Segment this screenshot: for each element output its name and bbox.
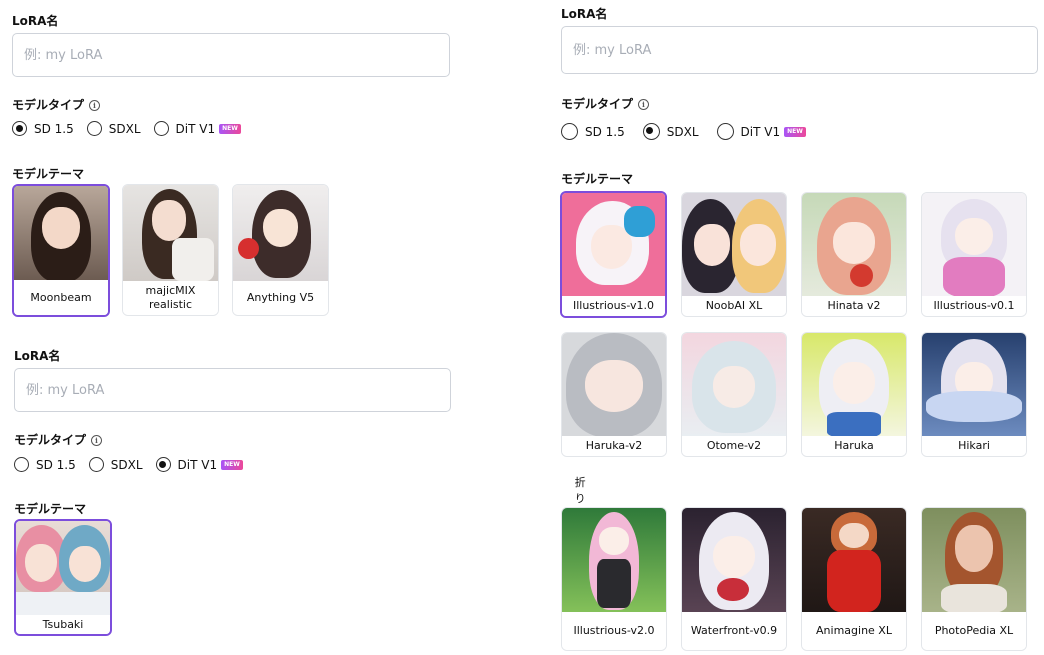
theme-name: Hikari <box>922 436 1026 456</box>
theme-card-noobai-xl[interactable]: NoobAI XL <box>681 192 787 317</box>
radio-sdxl[interactable]: SDXL <box>642 123 699 140</box>
theme-thumbnail <box>802 333 906 437</box>
theme-thumbnail <box>562 193 665 298</box>
radio-dit-v1[interactable]: DiT V1 NEW <box>716 123 806 140</box>
radio-indicator[interactable] <box>88 457 104 472</box>
theme-card-illustrious-v1[interactable]: Illustrious-v1.0 <box>560 191 667 318</box>
theme-card-photopedia-xl[interactable]: PhotoPedia XL <box>921 507 1027 651</box>
theme-name: Illustrious-v2.0 <box>562 612 666 650</box>
info-icon[interactable]: i <box>638 99 650 110</box>
radio-sdxl[interactable]: SDXL <box>88 457 143 472</box>
model-type-radio-group: SD 1.5 SDXL DiT V1 NEW <box>561 123 819 140</box>
theme-thumbnail <box>16 521 110 617</box>
lora-name-input[interactable] <box>14 368 451 412</box>
model-type-label: モデルタイプ i <box>12 96 101 113</box>
theme-card-haruka-v2[interactable]: Haruka-v2 <box>561 332 667 457</box>
theme-name: Tsubaki <box>16 615 110 634</box>
theme-card-illustrious-v01[interactable]: Illustrious-v0.1 <box>921 192 1027 317</box>
radio-sdxl[interactable]: SDXL <box>86 121 141 136</box>
lora-name-label: LoRA名 <box>12 14 59 28</box>
theme-card-waterfront[interactable]: Waterfront-v0.9 <box>681 507 787 651</box>
theme-thumbnail <box>123 185 218 281</box>
theme-name: Waterfront-v0.9 <box>682 612 786 650</box>
theme-thumbnail <box>562 508 666 614</box>
radio-indicator[interactable] <box>642 123 660 140</box>
radio-indicator[interactable] <box>561 123 578 140</box>
radio-dit-v1[interactable]: DiT V1 NEW <box>155 457 243 472</box>
theme-thumbnail <box>682 333 786 437</box>
new-badge: NEW <box>219 123 241 134</box>
radio-indicator[interactable] <box>155 457 171 472</box>
theme-card-otome-v2[interactable]: Otome-v2 <box>681 332 787 457</box>
radio-dit-v1[interactable]: DiT V1 NEW <box>153 121 241 136</box>
radio-indicator[interactable] <box>14 457 29 472</box>
radio-indicator[interactable] <box>716 123 734 140</box>
radio-sd15[interactable]: SD 1.5 <box>561 123 625 140</box>
theme-name: Illustrious-v0.1 <box>922 296 1026 316</box>
radio-indicator[interactable] <box>86 121 102 136</box>
theme-card-moonbeam[interactable]: Moonbeam <box>12 184 110 317</box>
model-theme-label: モデルテーマ <box>561 172 634 186</box>
theme-name: majicMIX realistic <box>123 281 218 315</box>
new-badge: NEW <box>784 126 806 137</box>
theme-thumbnail <box>682 508 786 614</box>
model-type-label: モデルタイプ i <box>561 95 650 112</box>
model-type-radio-group: SD 1.5 SDXL DiT V1 NEW <box>14 457 256 472</box>
radio-sd15[interactable]: SD 1.5 <box>12 121 74 136</box>
model-type-label: モデルタイプ i <box>14 431 103 448</box>
theme-thumbnail <box>14 186 108 282</box>
theme-thumbnail <box>802 508 906 614</box>
theme-thumbnail <box>922 508 1026 614</box>
theme-name: Animagine XL <box>802 612 906 650</box>
model-type-radio-group: SD 1.5 SDXL DiT V1 NEW <box>12 121 254 136</box>
theme-name: Anything V5 <box>233 281 328 315</box>
theme-name: Haruka <box>802 436 906 456</box>
theme-thumbnail <box>802 193 906 297</box>
theme-name: NoobAI XL <box>682 296 786 316</box>
info-icon[interactable]: i <box>89 100 101 111</box>
theme-card-hinata-v2[interactable]: Hinata v2 <box>801 192 907 317</box>
theme-thumbnail <box>233 185 328 281</box>
theme-thumbnail <box>562 333 666 437</box>
new-badge: NEW <box>221 459 243 470</box>
theme-card-haruka[interactable]: Haruka <box>801 332 907 457</box>
radio-indicator[interactable] <box>12 121 27 136</box>
theme-card-hikari[interactable]: Hikari <box>921 332 1027 457</box>
theme-thumbnail <box>922 193 1026 297</box>
lora-name-input[interactable] <box>12 33 450 77</box>
lora-name-label: LoRA名 <box>14 349 61 363</box>
lora-name-input[interactable] <box>561 26 1038 74</box>
model-theme-label: モデルテーマ <box>12 167 85 181</box>
info-icon[interactable]: i <box>91 435 103 446</box>
radio-sd15[interactable]: SD 1.5 <box>14 457 76 472</box>
theme-card-tsubaki[interactable]: Tsubaki <box>14 519 112 636</box>
theme-card-anything-v5[interactable]: Anything V5 <box>232 184 329 316</box>
radio-indicator[interactable] <box>153 121 169 136</box>
theme-name: PhotoPedia XL <box>922 612 1026 650</box>
theme-card-majicmix[interactable]: majicMIX realistic <box>122 184 219 316</box>
theme-card-animagine-xl[interactable]: Animagine XL <box>801 507 907 651</box>
theme-thumbnail <box>682 193 786 297</box>
theme-name: Hinata v2 <box>802 296 906 316</box>
theme-name: Illustrious-v1.0 <box>562 296 665 316</box>
theme-name: Otome-v2 <box>682 436 786 456</box>
lora-name-label: LoRA名 <box>561 7 608 21</box>
theme-card-illustrious-v2[interactable]: Illustrious-v2.0 <box>561 507 667 651</box>
model-theme-label: モデルテーマ <box>14 502 87 516</box>
theme-name: Haruka-v2 <box>562 436 666 456</box>
theme-name: Moonbeam <box>14 280 108 315</box>
theme-thumbnail <box>922 333 1026 437</box>
